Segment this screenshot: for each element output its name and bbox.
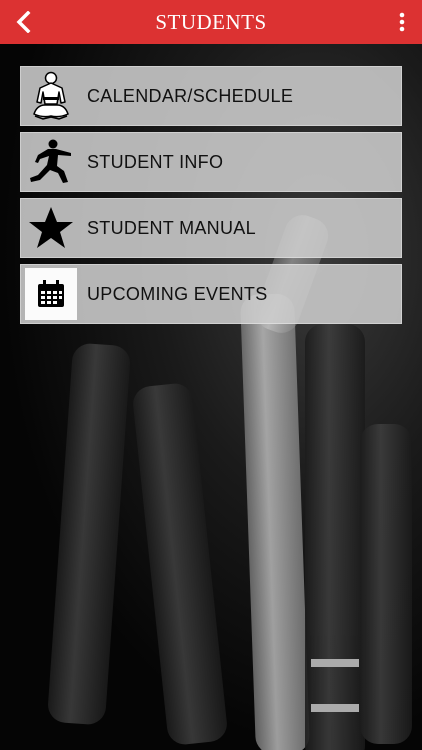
back-button[interactable] xyxy=(10,8,38,36)
menu-item-label: UPCOMING EVENTS xyxy=(87,283,268,304)
app-header: STUDENTS xyxy=(0,0,422,44)
calendar-icon xyxy=(25,268,77,320)
menu-item-label: CALENDAR/SCHEDULE xyxy=(87,85,294,106)
more-options-button[interactable] xyxy=(392,8,412,36)
kneeling-karateka-icon xyxy=(25,70,77,122)
karate-stance-icon xyxy=(25,136,77,188)
menu-item-label: STUDENT MANUAL xyxy=(87,217,256,238)
chevron-left-icon xyxy=(16,11,31,33)
page-title: STUDENTS xyxy=(155,9,267,34)
menu-item-calendar-schedule[interactable]: CALENDAR/SCHEDULE xyxy=(20,66,402,126)
menu-list: CALENDAR/SCHEDULE STUDENT INFO STUDENT M… xyxy=(20,66,402,330)
menu-item-label: STUDENT INFO xyxy=(87,151,224,172)
belt-shape xyxy=(46,342,132,726)
belt-shape xyxy=(305,324,365,750)
more-vertical-icon xyxy=(399,12,405,32)
menu-item-upcoming-events[interactable]: UPCOMING EVENTS xyxy=(20,264,402,324)
belt-shape xyxy=(239,293,311,750)
menu-item-student-info[interactable]: STUDENT INFO xyxy=(20,132,402,192)
belt-shape xyxy=(131,381,229,747)
menu-item-student-manual[interactable]: STUDENT MANUAL xyxy=(20,198,402,258)
belt-shape xyxy=(360,424,412,744)
star-icon xyxy=(25,202,77,254)
